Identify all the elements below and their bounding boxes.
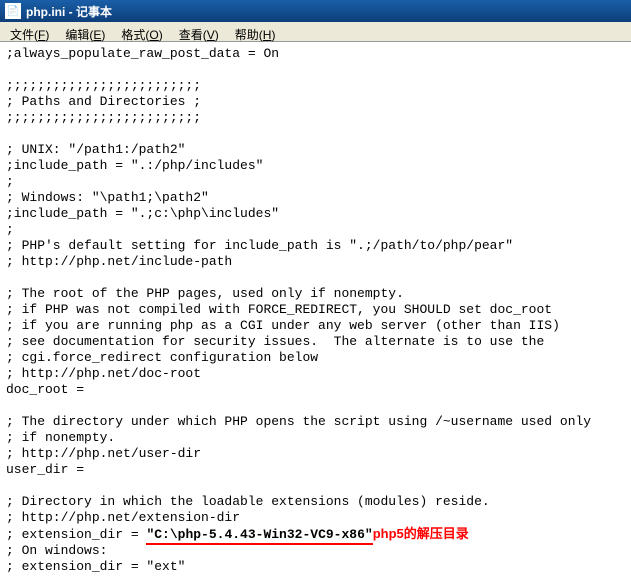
- text-line: ; On windows:: [6, 543, 625, 559]
- title-filename: php.ini: [26, 5, 65, 19]
- app-icon: 📄: [5, 3, 21, 19]
- menu-help[interactable]: 帮助(H): [229, 24, 282, 39]
- text-line: ;include_path = ".;c:\php\includes": [6, 206, 625, 222]
- text-line: ; extension_dir = "ext": [6, 559, 625, 575]
- window-titlebar: 📄 php.ini - 记事本: [0, 0, 631, 22]
- menu-view[interactable]: 查看(V): [173, 24, 225, 39]
- text-line: ; UNIX: "/path1:/path2": [6, 142, 625, 158]
- text-line: [6, 62, 625, 78]
- text-line: ; Directory in which the loadable extens…: [6, 494, 625, 510]
- text-line: ; The root of the PHP pages, used only i…: [6, 286, 625, 302]
- title-appname: 记事本: [76, 5, 112, 19]
- menu-format[interactable]: 格式(O): [115, 24, 168, 39]
- text-line: [6, 398, 625, 414]
- text-line: ; if you are running php as a CGI under …: [6, 318, 625, 334]
- text-line: ; http://php.net/doc-root: [6, 366, 625, 382]
- annotation-text: php5的解压目录: [373, 526, 469, 541]
- text-line: [6, 478, 625, 494]
- text-line: ; cgi.force_redirect configuration below: [6, 350, 625, 366]
- text-line: doc_root =: [6, 382, 625, 398]
- extension-dir-path: "C:\php-5.4.43-Win32-VC9-x86": [146, 527, 372, 545]
- text-line: user_dir =: [6, 462, 625, 478]
- text-line: ; The directory under which PHP opens th…: [6, 414, 625, 430]
- text-line: ;;;;;;;;;;;;;;;;;;;;;;;;;: [6, 78, 625, 94]
- window-title: php.ini - 记事本: [26, 3, 112, 20]
- extension-dir-line: ; extension_dir = "C:\php-5.4.43-Win32-V…: [6, 526, 625, 543]
- title-separator: -: [65, 5, 76, 19]
- text-line: ;: [6, 222, 625, 238]
- menu-file[interactable]: 文件(F): [4, 24, 55, 39]
- text-line: ; http://php.net/user-dir: [6, 446, 625, 462]
- menu-edit[interactable]: 编辑(E): [59, 24, 111, 39]
- text-line: ; see documentation for security issues.…: [6, 334, 625, 350]
- text-line: ;: [6, 174, 625, 190]
- text-line: ;;;;;;;;;;;;;;;;;;;;;;;;;: [6, 110, 625, 126]
- line-prefix: ; extension_dir =: [6, 527, 146, 542]
- text-line: ; http://php.net/extension-dir: [6, 510, 625, 526]
- text-editor-area[interactable]: ;always_populate_raw_post_data = On ;;;;…: [0, 42, 631, 582]
- text-line: ;include_path = ".:/php/includes": [6, 158, 625, 174]
- text-line: ; if PHP was not compiled with FORCE_RED…: [6, 302, 625, 318]
- text-line: ; if nonempty.: [6, 430, 625, 446]
- text-line: ;always_populate_raw_post_data = On: [6, 46, 625, 62]
- text-line: ; http://php.net/include-path: [6, 254, 625, 270]
- text-line: [6, 270, 625, 286]
- text-line: ; PHP's default setting for include_path…: [6, 238, 625, 254]
- text-line: [6, 126, 625, 142]
- text-line: ; Windows: "\path1;\path2": [6, 190, 625, 206]
- menubar: 文件(F) 编辑(E) 格式(O) 查看(V) 帮助(H): [0, 22, 631, 42]
- text-line: ; Paths and Directories ;: [6, 94, 625, 110]
